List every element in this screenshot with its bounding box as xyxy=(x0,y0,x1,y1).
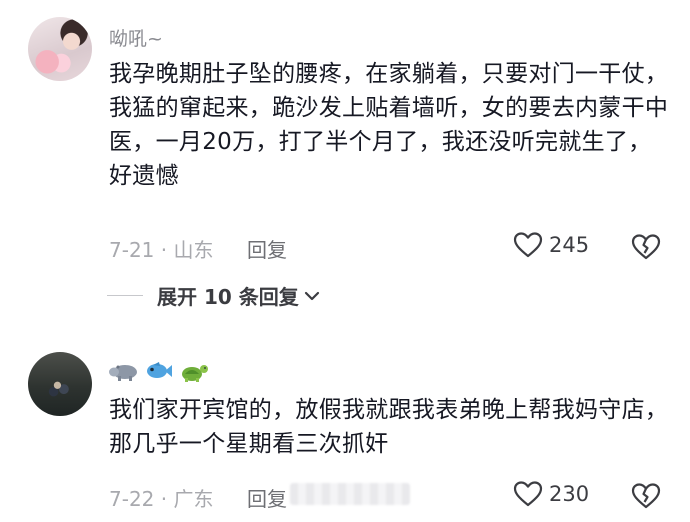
username[interactable] xyxy=(109,360,209,384)
date-location: 7-21 · 山东 xyxy=(109,238,214,262)
expand-replies-button[interactable]: 展开 10 条回复 xyxy=(107,281,321,310)
like-count: 230 xyxy=(549,482,590,506)
broken-heart-icon xyxy=(631,483,661,509)
comment-text: 我们家开宾馆的，放假我就跟我表弟晚上帮我妈守店，那几乎一个星期看三次抓奸 xyxy=(109,397,669,457)
heart-icon xyxy=(513,481,543,507)
dislike-button[interactable] xyxy=(631,233,661,265)
divider xyxy=(107,295,143,296)
avatar[interactable] xyxy=(28,17,92,81)
broken-heart-icon xyxy=(631,234,661,260)
hippo-emoji xyxy=(109,365,137,381)
avatar[interactable] xyxy=(28,352,92,416)
chevron-down-icon xyxy=(304,291,319,300)
reply-button[interactable]: 回复 xyxy=(247,234,287,263)
heart-icon xyxy=(513,232,543,258)
turtle-emoji xyxy=(182,365,208,382)
like-button[interactable]: 245 xyxy=(513,231,589,259)
expand-replies-label: 展开 10 条回复 xyxy=(157,285,299,309)
date-location: 7-22 · 广东 xyxy=(109,487,214,511)
dislike-button[interactable] xyxy=(631,482,661,514)
fish-emoji xyxy=(147,362,172,378)
username[interactable]: 呦吼~ xyxy=(109,24,163,51)
comment-text: 我孕晚期肚子坠的腰疼，在家躺着，只要对门一干仗，我猛的窜起来，跪沙发上贴着墙听，… xyxy=(109,61,669,189)
like-button[interactable]: 230 xyxy=(513,480,589,508)
blurred-overlay xyxy=(290,483,410,505)
like-count: 245 xyxy=(549,233,590,257)
reply-button[interactable]: 回复 xyxy=(247,483,287,512)
